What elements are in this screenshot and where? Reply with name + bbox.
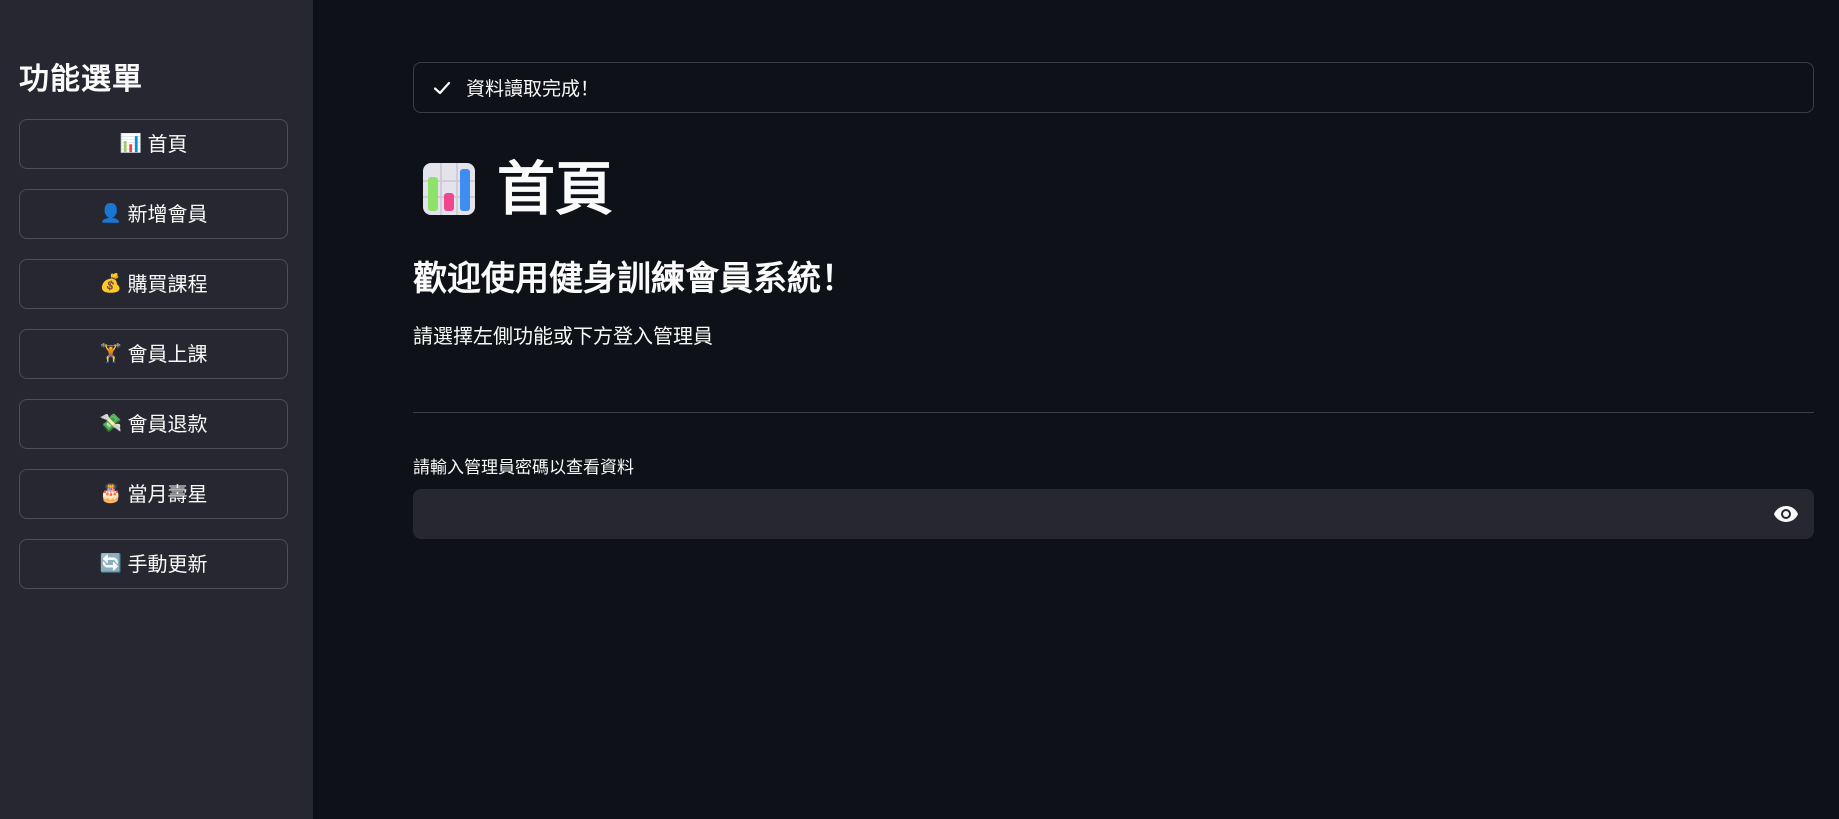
money-bag-icon: 💰	[99, 273, 122, 294]
nav-label: 手動更新	[127, 552, 208, 576]
nav-label: 購買課程	[127, 272, 208, 296]
hint-text: 請選擇左側功能或下方登入管理員	[413, 324, 713, 348]
bar-chart-icon	[423, 163, 475, 215]
money-with-wings-icon: 💸	[99, 413, 122, 434]
person-icon: 👤	[99, 203, 122, 224]
weightlifter-icon: 🏋	[99, 343, 122, 364]
nav-button-manual-refresh[interactable]: 🔄 手動更新	[19, 539, 288, 589]
password-input[interactable]	[413, 489, 1758, 539]
birthday-cake-icon: 🎂	[99, 483, 122, 504]
page-title-text: 首頁	[497, 155, 614, 223]
nav-label: 會員退款	[127, 412, 208, 436]
sidebar-title: 功能選單	[19, 62, 143, 97]
nav-button-home[interactable]: 📊 首頁	[19, 119, 288, 169]
nav-button-buy-course[interactable]: 💰 購買課程	[19, 259, 288, 309]
app-root: 功能選單 📊 首頁 👤 新增會員 💰 購買課程 🏋 會員上課 💸 會員退款 🎂 …	[0, 0, 1839, 819]
alert-text: 資料讀取完成！	[466, 78, 600, 100]
check-icon	[433, 81, 451, 94]
nav-label: 首頁	[147, 132, 188, 156]
sidebar-nav: 📊 首頁 👤 新增會員 💰 購買課程 🏋 會員上課 💸 會員退款 🎂 當月壽星 …	[19, 119, 288, 609]
success-alert: 資料讀取完成！	[413, 62, 1814, 113]
sidebar: 功能選單 📊 首頁 👤 新增會員 💰 購買課程 🏋 會員上課 💸 會員退款 🎂 …	[0, 0, 313, 819]
password-label: 請輸入管理員密碼以查看資料	[413, 458, 634, 478]
eye-icon	[1774, 506, 1798, 522]
main-content: 資料讀取完成！ 首頁 歡迎使用健身訓練會員系統！ 請選擇左側功能或下方登入管理員…	[413, 0, 1814, 819]
nav-label: 新增會員	[127, 202, 208, 226]
refresh-icon: 🔄	[99, 553, 122, 574]
page-title: 首頁	[421, 154, 613, 224]
nav-button-add-member[interactable]: 👤 新增會員	[19, 189, 288, 239]
nav-button-birthdays[interactable]: 🎂 當月壽星	[19, 469, 288, 519]
nav-button-attend-class[interactable]: 🏋 會員上課	[19, 329, 288, 379]
nav-label: 會員上課	[127, 342, 208, 366]
nav-button-refund[interactable]: 💸 會員退款	[19, 399, 288, 449]
welcome-heading: 歡迎使用健身訓練會員系統！	[413, 259, 855, 299]
password-field	[413, 489, 1814, 539]
divider	[413, 412, 1814, 413]
bar-chart-icon: 📊	[119, 133, 142, 154]
show-password-button[interactable]	[1758, 489, 1814, 539]
nav-label: 當月壽星	[127, 482, 208, 506]
